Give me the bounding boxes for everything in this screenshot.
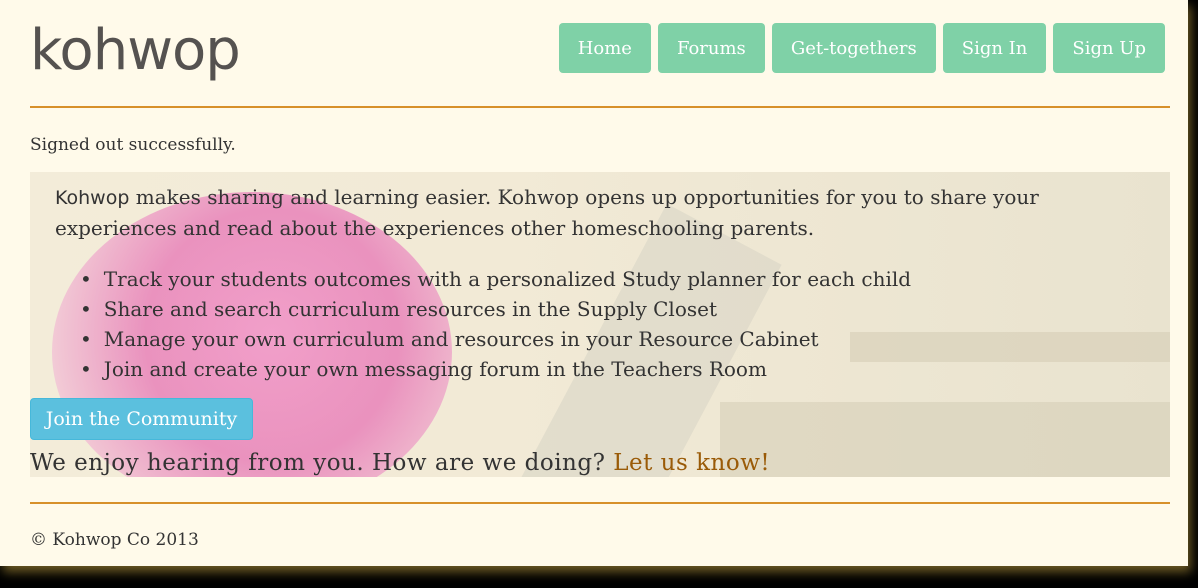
nav-get-togethers-button[interactable]: Get-togethers — [771, 23, 936, 73]
list-item: Share and search curriculum resources in… — [80, 294, 911, 324]
nav-sign-up-button[interactable]: Sign Up — [1053, 23, 1165, 73]
nav-sign-in-button[interactable]: Sign In — [942, 23, 1047, 73]
nav-forums-button[interactable]: Forums — [657, 23, 765, 73]
feedback-question: We enjoy hearing from you. How are we do… — [30, 450, 614, 476]
hero-intro: Kohwop makes sharing and learning easier… — [55, 182, 1155, 243]
feature-list: Track your students outcomes with a pers… — [80, 264, 911, 384]
list-item: Manage your own curriculum and resources… — [80, 324, 911, 354]
list-item: Track your students outcomes with a pers… — [80, 264, 911, 294]
header-divider — [30, 106, 1170, 108]
flash-message: Signed out successfully. — [30, 135, 236, 155]
main-nav: Home Forums Get-togethers Sign In Sign U… — [558, 23, 1165, 73]
footer-divider — [30, 502, 1170, 504]
page-frame: kohwop Home Forums Get-togethers Sign In… — [0, 0, 1188, 566]
feedback-line: We enjoy hearing from you. How are we do… — [30, 450, 770, 476]
join-community-button[interactable]: Join the Community — [30, 398, 253, 440]
hero-intro-text: makes sharing and learning easier. Kohwo… — [55, 185, 1039, 240]
feedback-link[interactable]: Let us know! — [613, 450, 770, 476]
site-logo[interactable]: kohwop — [30, 18, 241, 83]
hero-brand-word: Kohwop — [55, 187, 130, 209]
nav-home-button[interactable]: Home — [558, 23, 651, 73]
list-item: Join and create your own messaging forum… — [80, 354, 911, 384]
book-background-image — [720, 402, 1170, 477]
footer-copyright: © Kohwop Co 2013 — [30, 530, 199, 550]
